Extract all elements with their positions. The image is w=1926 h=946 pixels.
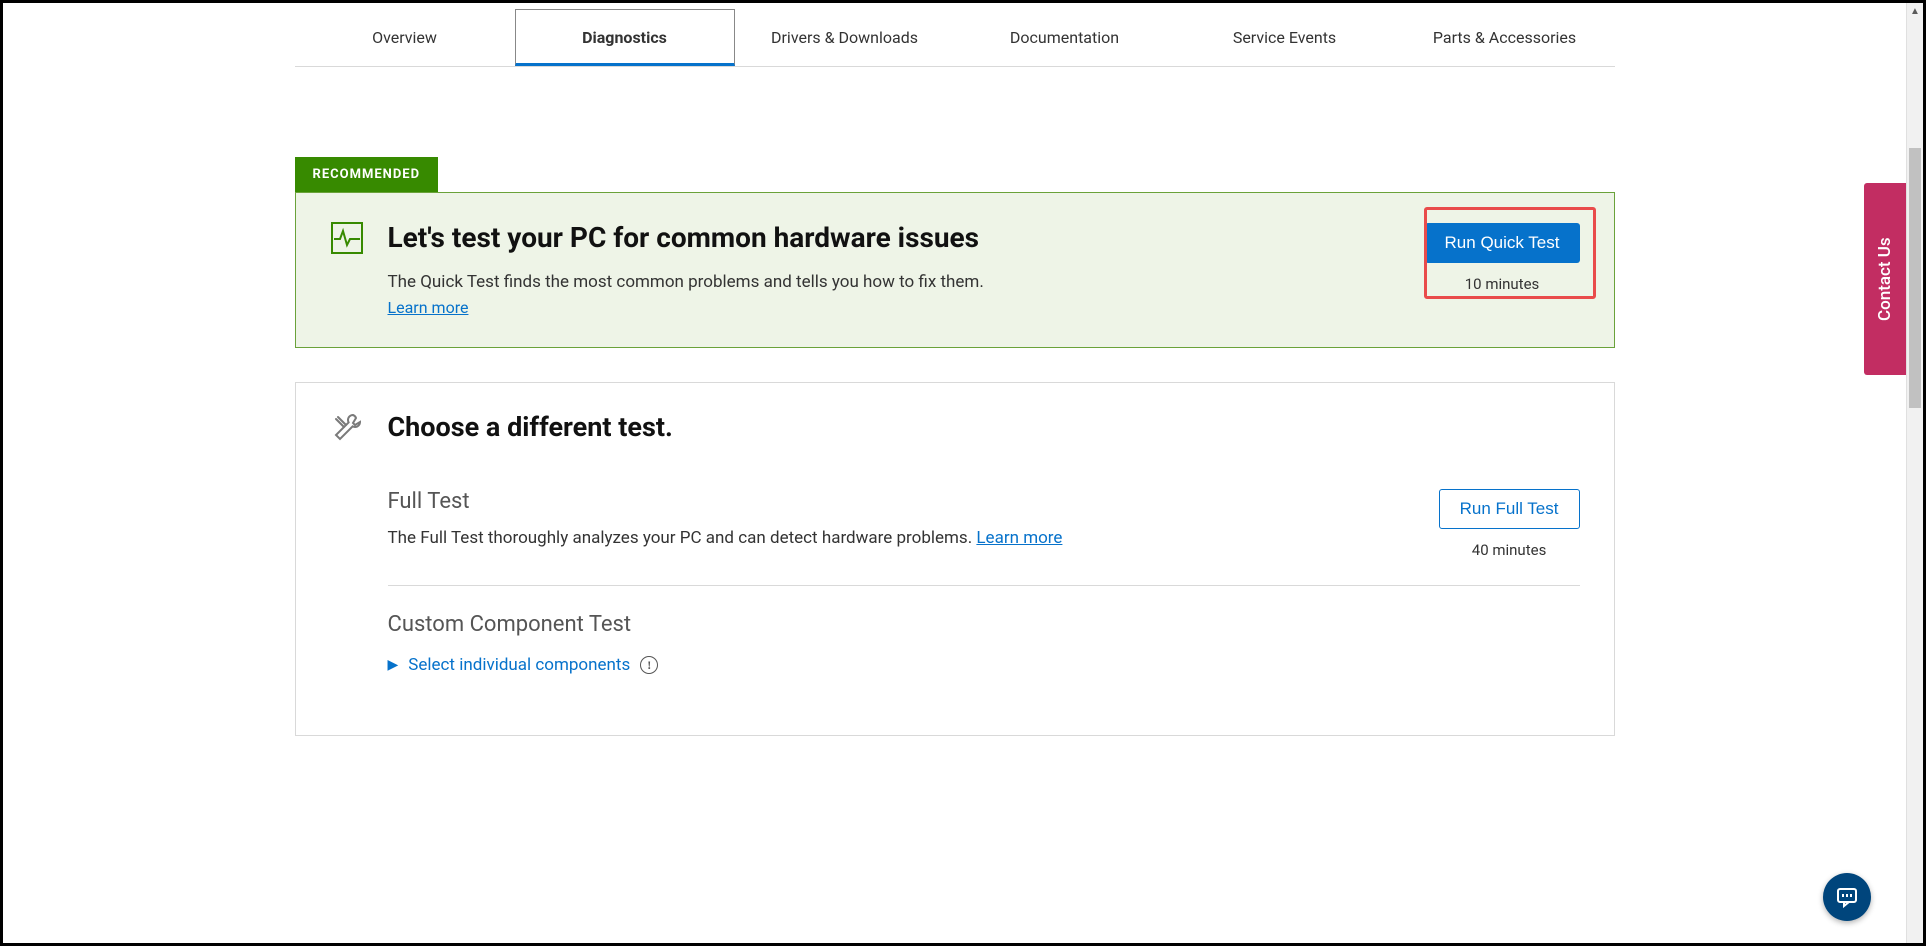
contact-us-tab[interactable]: Contact Us xyxy=(1864,183,1906,375)
scrollbar-up-arrow-icon[interactable]: ▲ xyxy=(1907,3,1923,20)
chat-button[interactable] xyxy=(1823,873,1871,921)
tab-drivers[interactable]: Drivers & Downloads xyxy=(735,9,955,66)
full-test-duration: 40 minutes xyxy=(1439,541,1580,559)
recommended-desc: The Quick Test finds the most common pro… xyxy=(388,272,1403,292)
alternative-tests-card: Choose a different test. Full Test The F… xyxy=(295,382,1615,736)
tab-documentation[interactable]: Documentation xyxy=(955,9,1175,66)
recommended-card: Let's test your PC for common hardware i… xyxy=(295,192,1615,348)
custom-test-title: Custom Component Test xyxy=(388,612,1440,637)
heartbeat-icon xyxy=(330,221,366,317)
full-test-desc: The Full Test thoroughly analyzes your P… xyxy=(388,528,1439,548)
tools-icon xyxy=(330,411,366,449)
full-test-title: Full Test xyxy=(388,489,1439,514)
tab-parts[interactable]: Parts & Accessories xyxy=(1395,9,1615,66)
full-test-row: Full Test The Full Test thoroughly analy… xyxy=(388,479,1580,585)
tab-overview[interactable]: Overview xyxy=(295,9,515,66)
run-full-test-button[interactable]: Run Full Test xyxy=(1439,489,1580,529)
tabs-bar: Overview Diagnostics Drivers & Downloads… xyxy=(295,9,1615,67)
full-test-learn-more-link[interactable]: Learn more xyxy=(976,528,1062,548)
recommended-badge: RECOMMENDED xyxy=(295,157,439,192)
custom-test-row: Custom Component Test ▶ Select individua… xyxy=(388,585,1580,701)
caret-right-icon: ▶ xyxy=(388,657,399,673)
scrollbar-thumb[interactable] xyxy=(1909,148,1921,408)
info-icon[interactable]: ! xyxy=(640,656,658,674)
vertical-scrollbar[interactable]: ▲ xyxy=(1906,3,1923,943)
run-quick-test-button[interactable]: Run Quick Test xyxy=(1425,223,1580,263)
select-components-link[interactable]: ▶ Select individual components ! xyxy=(388,655,659,675)
alt-tests-title: Choose a different test. xyxy=(388,411,673,443)
quick-test-duration: 10 minutes xyxy=(1425,275,1580,293)
recommended-title: Let's test your PC for common hardware i… xyxy=(388,221,1403,254)
tab-diagnostics[interactable]: Diagnostics xyxy=(515,9,735,66)
recommended-learn-more-link[interactable]: Learn more xyxy=(388,298,469,317)
chat-icon xyxy=(1835,885,1859,909)
tab-service-events[interactable]: Service Events xyxy=(1175,9,1395,66)
